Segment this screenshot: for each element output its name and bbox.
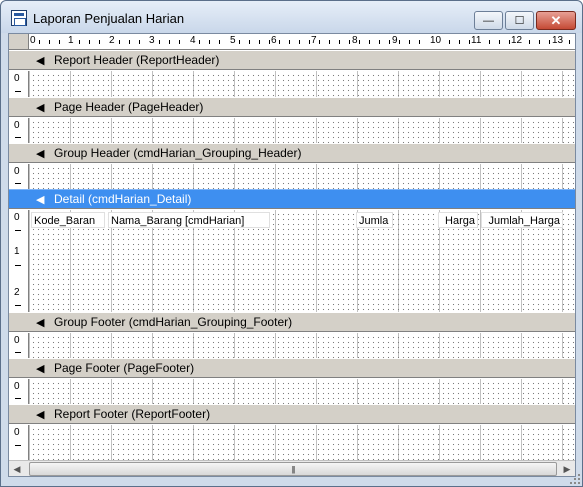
maximize-button[interactable]: ☐ <box>505 11 534 30</box>
resize-grip-icon[interactable] <box>568 472 582 486</box>
ruler-mark: 7 <box>310 35 318 47</box>
ruler-mark: 6 <box>270 35 278 47</box>
ruler-mark: 1 <box>14 246 20 257</box>
ruler-mark: 0 <box>29 35 37 47</box>
section-label: Report Header (ReportHeader) <box>54 53 220 67</box>
field-kode-barang[interactable]: Kode_Baran <box>31 212 105 228</box>
ruler-mark: 5 <box>229 35 237 47</box>
ruler-mark: 1 <box>67 35 75 47</box>
title-bar[interactable]: Laporan Penjualan Harian — ☐ ✕ <box>1 1 582 33</box>
report-designer-window: Laporan Penjualan Harian — ☐ ✕ 0 1 2 3 4… <box>0 0 583 487</box>
ruler-mark: 11 <box>470 35 483 47</box>
section-body-detail[interactable]: Kode_Baran Nama_Barang [cmdHarian] Jumla… <box>29 210 575 312</box>
section-label: Report Footer (ReportFooter) <box>54 407 211 421</box>
section-header-group-footer[interactable]: ◀ Group Footer (cmdHarian_Grouping_Foote… <box>9 312 575 332</box>
field-harga[interactable]: Harga <box>438 212 478 228</box>
vertical-ruler: 0 <box>9 118 29 143</box>
section-body-page-footer[interactable] <box>29 379 575 404</box>
section-body-report-footer[interactable] <box>29 425 575 460</box>
ruler-tick <box>15 265 21 266</box>
ruler-mark: 0 <box>14 381 20 392</box>
field-nama-barang[interactable]: Nama_Barang [cmdHarian] <box>108 212 270 228</box>
section-header-report-header[interactable]: ◀ Report Header (ReportHeader) <box>9 50 575 70</box>
section-arrow-icon: ◀ <box>36 147 45 160</box>
vertical-ruler: 0 <box>9 164 29 189</box>
minimize-button[interactable]: — <box>474 11 503 30</box>
ruler-tick <box>15 183 21 184</box>
close-button[interactable]: ✕ <box>536 11 576 30</box>
section-arrow-icon: ◀ <box>36 316 45 329</box>
scroll-thumb[interactable]: ||| <box>29 462 557 476</box>
ruler-mark: 4 <box>189 35 197 47</box>
ruler-tick <box>15 445 21 446</box>
scroll-left-icon[interactable]: ◀ <box>9 461 25 476</box>
ruler-tick <box>15 398 21 399</box>
ruler-mark: 2 <box>14 287 20 298</box>
ruler-tick <box>15 137 21 138</box>
ruler-mark: 8 <box>351 35 359 47</box>
ruler-tick <box>15 305 21 306</box>
section-arrow-icon: ◀ <box>36 362 45 375</box>
vertical-ruler: 0 <box>9 71 29 97</box>
vertical-ruler: 0 <box>9 425 29 460</box>
report-app-icon <box>11 10 27 26</box>
section-header-page-header[interactable]: ◀ Page Header (PageHeader) <box>9 97 575 117</box>
horizontal-scrollbar[interactable]: ◀ ||| ▶ <box>9 460 575 476</box>
vertical-ruler: 0 1 2 <box>9 210 29 312</box>
section-label: Detail (cmdHarian_Detail) <box>54 192 192 206</box>
ruler-tick <box>15 91 21 92</box>
vertical-ruler: 0 <box>9 379 29 404</box>
ruler-mark: 0 <box>14 335 20 346</box>
section-label: Page Footer (PageFooter) <box>54 361 195 375</box>
field-jumlah-harga[interactable]: Jumlah_Harga <box>481 212 563 228</box>
ruler-tick <box>15 230 21 231</box>
field-jumlah[interactable]: Jumla <box>356 212 393 228</box>
section-arrow-icon: ◀ <box>36 193 45 206</box>
section-header-group-header[interactable]: ◀ Group Header (cmdHarian_Grouping_Heade… <box>9 143 575 163</box>
section-body-page-header[interactable] <box>29 118 575 143</box>
section-body-group-header[interactable] <box>29 164 575 189</box>
ruler-mark: 0 <box>14 120 20 131</box>
ruler-mark: 3 <box>148 35 156 47</box>
section-label: Group Footer (cmdHarian_Grouping_Footer) <box>54 315 293 329</box>
section-arrow-icon: ◀ <box>36 408 45 421</box>
ruler-corner <box>9 34 29 50</box>
ruler-mark: 13 <box>551 35 565 47</box>
ruler-tick <box>15 352 21 353</box>
vertical-ruler: 0 <box>9 333 29 358</box>
ruler-mark: 10 <box>429 35 443 47</box>
ruler-mark: 0 <box>14 212 20 223</box>
ruler-mark: 0 <box>14 427 20 438</box>
ruler-mark: 0 <box>14 73 20 84</box>
horizontal-ruler: 0 1 2 3 4 5 6 7 8 9 10 11 12 13 <box>29 34 575 50</box>
window-title: Laporan Penjualan Harian <box>33 11 185 26</box>
section-header-detail[interactable]: ◀ Detail (cmdHarian_Detail) <box>9 189 575 209</box>
ruler-mark: 9 <box>391 35 399 47</box>
ruler-mark: 0 <box>14 166 20 177</box>
section-label: Group Header (cmdHarian_Grouping_Header) <box>54 146 302 160</box>
section-body-report-header[interactable] <box>29 71 575 97</box>
report-design-surface: 0 1 2 3 4 5 6 7 8 9 10 11 12 13 ◀ Report… <box>8 33 576 477</box>
section-arrow-icon: ◀ <box>36 101 45 114</box>
ruler-mark: 12 <box>510 35 524 47</box>
section-label: Page Header (PageHeader) <box>54 100 204 114</box>
section-body-group-footer[interactable] <box>29 333 575 358</box>
ruler-mark: 2 <box>108 35 116 47</box>
section-arrow-icon: ◀ <box>36 54 45 67</box>
section-header-page-footer[interactable]: ◀ Page Footer (PageFooter) <box>9 358 575 378</box>
section-header-report-footer[interactable]: ◀ Report Footer (ReportFooter) <box>9 404 575 424</box>
